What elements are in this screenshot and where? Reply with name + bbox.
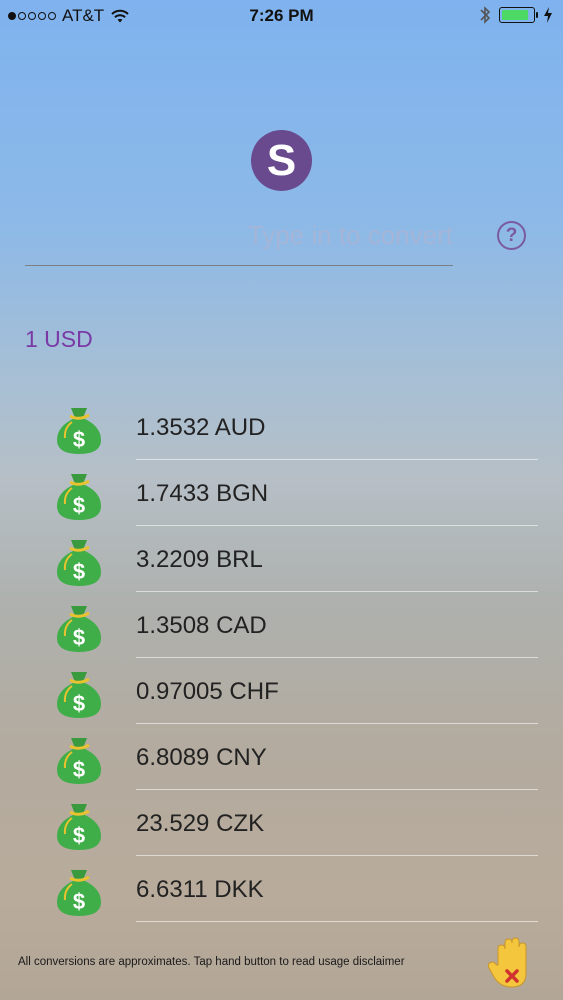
money-bag-icon: $ <box>57 540 101 586</box>
convert-input[interactable] <box>25 212 453 266</box>
svg-text:$: $ <box>73 559 85 584</box>
money-bag-icon: $ <box>57 870 101 916</box>
rate-row[interactable]: $6.6311 DKK <box>0 856 563 922</box>
svg-text:$: $ <box>73 625 85 650</box>
money-bag-icon: $ <box>57 804 101 850</box>
svg-text:$: $ <box>73 757 85 782</box>
svg-text:$: $ <box>73 889 85 914</box>
rate-row[interactable]: $3.2209 BRL <box>0 526 563 592</box>
base-amount-label[interactable]: 1 USD <box>25 326 93 353</box>
charging-icon <box>544 7 552 23</box>
rate-value: 6.8089 CNY <box>136 744 267 771</box>
rate-value: 1.7433 BGN <box>136 480 269 507</box>
hand-icon[interactable] <box>486 935 536 991</box>
rate-row[interactable]: $0.97005 CHF <box>0 658 563 724</box>
money-bag-icon: $ <box>57 408 101 454</box>
rate-row[interactable]: $23.529 CZK <box>0 790 563 856</box>
rate-row[interactable]: $1.3508 CAD <box>0 592 563 658</box>
svg-text:$: $ <box>73 427 85 452</box>
battery-icon <box>499 7 538 23</box>
rate-value: 1.3532 AUD <box>136 414 266 441</box>
app-logo: S <box>251 130 312 191</box>
rate-value: 1.3508 CAD <box>136 612 267 639</box>
rate-row[interactable]: $1.3532 AUD <box>0 394 563 460</box>
money-bag-icon: $ <box>57 474 101 520</box>
disclaimer-text: All conversions are approximates. Tap ha… <box>18 956 405 968</box>
svg-text:$: $ <box>73 493 85 518</box>
rate-row[interactable]: $1.7433 BGN <box>0 460 563 526</box>
money-bag-icon: $ <box>57 738 101 784</box>
help-button[interactable]: ? <box>497 221 526 250</box>
rate-value: 3.2209 BRL <box>136 546 263 573</box>
rate-value: 0.97005 CHF <box>136 678 279 705</box>
rate-value: 23.529 CZK <box>136 810 265 837</box>
rate-list: $1.3532 AUD $1.7433 BGN $3.2209 BRL $1.3508… <box>0 394 563 922</box>
bluetooth-icon <box>480 6 491 24</box>
money-bag-icon: $ <box>57 606 101 652</box>
row-divider <box>136 921 538 922</box>
rate-value: 6.6311 DKK <box>136 876 264 903</box>
rate-row[interactable]: $6.8089 CNY <box>0 724 563 790</box>
svg-text:$: $ <box>73 823 85 848</box>
money-bag-icon: $ <box>57 672 101 718</box>
svg-text:$: $ <box>73 691 85 716</box>
status-bar: AT&T 7:26 PM <box>0 0 563 32</box>
